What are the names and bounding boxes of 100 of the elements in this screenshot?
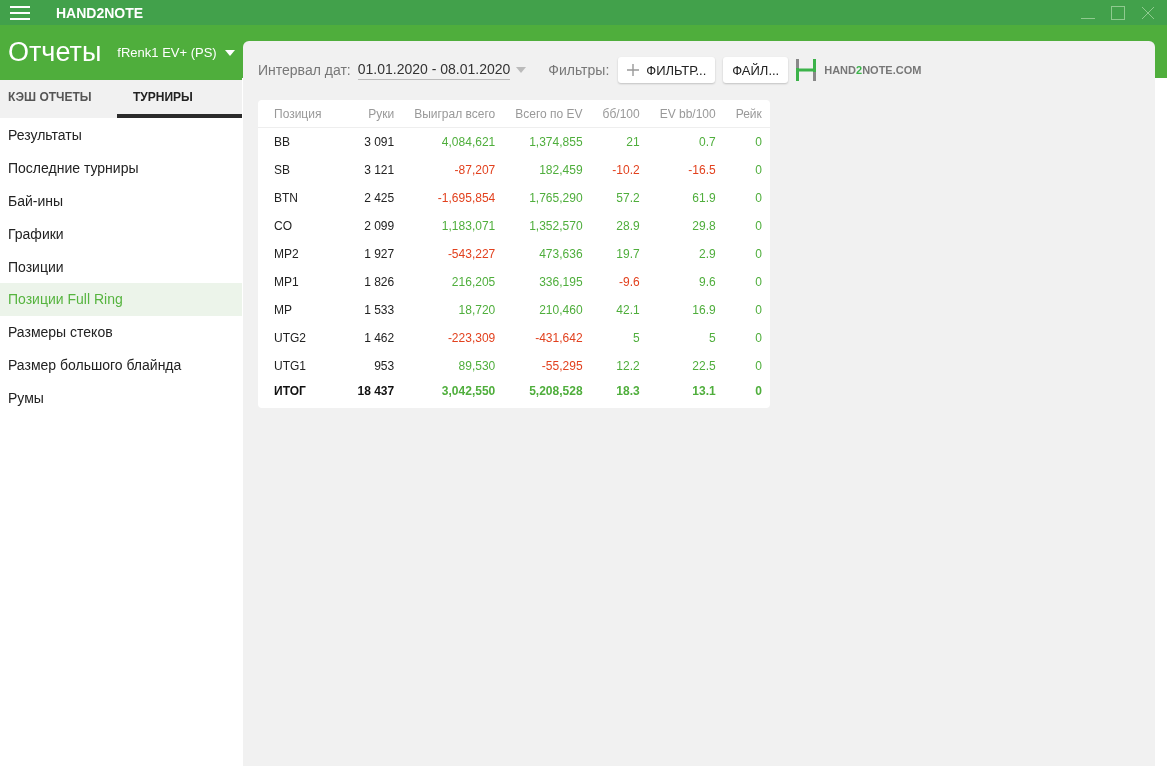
table-cell-text: 18 437 [356,383,396,400]
table-cell-text: 3,042,550 [440,383,497,400]
filter-button[interactable]: ФИЛЬТР... [618,57,716,83]
menu-icon[interactable] [10,5,30,20]
table-cell-text: 336,195 [538,274,584,291]
column-header: Выиграл всего [402,100,504,128]
table-cell-text: -10.2 [611,162,641,179]
table-cell-text: 0 [754,190,763,207]
table-cell-text: ИТОГ [273,383,307,400]
table-cell-text: -87,207 [453,162,497,179]
table-cell-text: 0 [754,358,763,375]
table-cell-text: 182,459 [538,162,584,179]
table-cell: 4,084,621 [402,127,504,156]
table-cell-text: 0 [754,218,763,235]
table-cell: BB [258,127,346,156]
table-cell-text: -55,295 [540,358,584,375]
table-cell-text: 5 [708,330,717,347]
maximize-icon[interactable] [1111,5,1125,20]
table-cell-text: 12.2 [615,358,641,375]
table-cell-text: 89,530 [457,358,497,375]
table-cell-text: 5 [632,330,641,347]
table-cell-text: 1 826 [363,274,396,291]
column-header: EV bb/100 [647,100,724,128]
table-cell-text: 3 121 [363,162,396,179]
table-cell-text: 29.8 [691,218,717,235]
column-header: Всего по EV [503,100,591,128]
table-cell-text: 9.6 [698,274,717,291]
table-cell-text: 42.1 [615,302,641,319]
window-title: HAND2NOTE [56,4,144,21]
logo-icon [796,59,817,81]
table-cell-text: 0 [754,330,763,347]
table-cell-text: 57.2 [615,190,641,207]
table-cell-text: -543,227 [446,246,497,263]
table-cell-text: 1 927 [363,246,396,263]
caret-icon [224,49,235,56]
table-cell-text: CO [273,218,293,235]
sidebar-item[interactable]: Размер большого блайнда [0,348,242,382]
table-cell-text: 19.7 [615,246,641,263]
date-range-dropdown[interactable]: 01.01.2020 - 08.01.2020 [357,60,511,80]
column-header: бб/100 [590,100,648,128]
caret-icon [516,67,527,73]
sidebar-item[interactable]: Результаты [0,119,242,152]
table-cell-text: 0 [754,383,763,400]
sidebar-item[interactable]: Бай-ины [0,184,242,218]
table-cell-text: -223,309 [446,330,497,347]
table-cell: 21 [590,127,648,156]
table-cell-text: 0 [754,302,763,319]
tab[interactable]: КЭШ ОТЧЕТЫ [0,80,117,118]
table-cell-text: 1,765,290 [528,190,584,207]
table-cell-text: 16.9 [691,302,717,319]
table-cell-text: 18.3 [615,383,641,400]
table-cell-text: BTN [273,190,299,207]
table-cell-text: 210,460 [538,302,584,319]
table-cell-text: 2 425 [363,190,396,207]
table-cell-text: 1 533 [363,302,396,319]
table-cell-text: SB [273,162,291,179]
table-cell-text: 1 462 [363,330,396,347]
table-cell-text: 61.9 [691,190,717,207]
column-header: Руки [345,100,403,128]
sidebar-item[interactable]: Последние турниры [0,151,242,185]
table-cell-text: MP1 [273,274,300,291]
table-cell-text: 28.9 [615,218,641,235]
table-cell: 3 091 [345,127,403,156]
sidebar-item[interactable]: Румы [0,381,242,415]
table-cell-text: 953 [373,358,396,375]
plus-icon [627,64,640,76]
filters-label: Фильтры: [548,62,610,78]
table-cell-text: 473,636 [538,246,584,263]
close-icon[interactable] [1141,5,1155,20]
table-cell: 0.7 [647,127,724,156]
table-cell-text: 0 [754,162,763,179]
table-cell-text: 216,205 [450,274,497,291]
table-cell-text: 1,183,071 [440,218,497,235]
table-cell-text: 1,352,570 [528,218,584,235]
column-header: Рейк [723,100,770,128]
logo-text: HAND2NOTE.COM [824,64,922,76]
table-cell-text: UTG2 [273,330,307,347]
table-cell: 0 [723,127,770,156]
table-cell-text: 22.5 [691,358,717,375]
table-cell-text: -1,695,854 [436,190,497,207]
table-cell-text: -16.5 [687,162,717,179]
sidebar-item[interactable]: Графики [0,217,242,251]
table-cell-text: 2.9 [698,246,717,263]
sidebar-item[interactable]: Размеры стеков [0,315,242,349]
table-cell-text: 13.1 [691,383,717,400]
date-label: Интервал дат: [258,62,351,78]
table-cell-text: MP [273,302,293,319]
table-cell-text: 0 [754,274,763,291]
table-cell-text: -431,642 [534,330,584,347]
sidebar-item[interactable]: Позиции [0,250,242,283]
table-cell-text: 18,720 [457,302,497,319]
table-cell-text: UTG1 [273,358,307,375]
page-title: Отчеты [8,37,102,68]
table-cell-text: 2 099 [363,218,396,235]
table-cell: 1,374,855 [503,127,591,156]
file-button[interactable]: ФАЙЛ... [723,57,789,83]
table-cell-text: 5,208,528 [528,383,584,400]
table-cell-text: MP2 [273,246,300,263]
column-header: Позиция [258,100,346,128]
table-cell-text: 0 [754,246,763,263]
